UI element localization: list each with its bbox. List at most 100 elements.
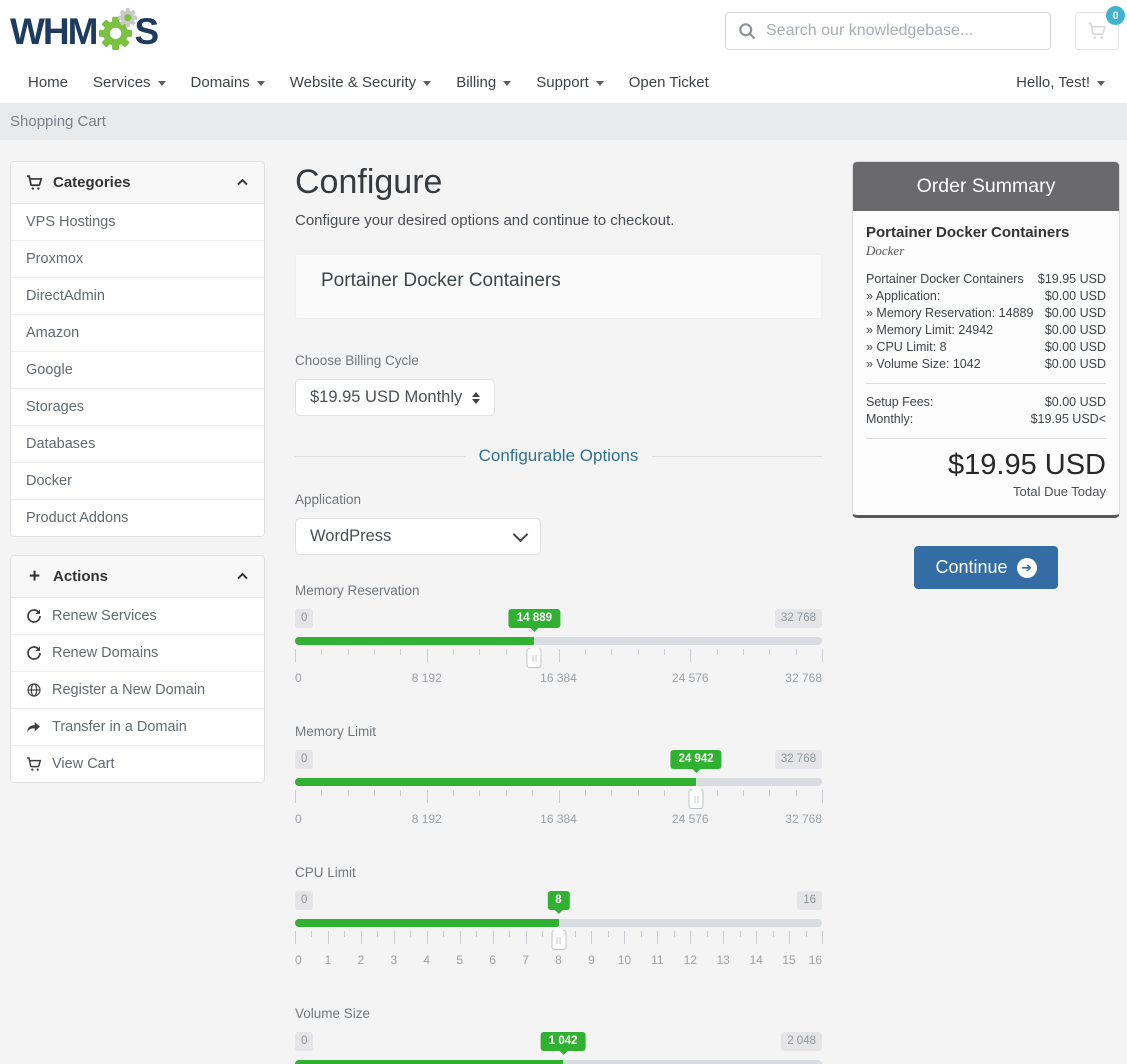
caret-down-icon <box>257 81 265 86</box>
memory-reservation-slider-scale <box>295 648 822 670</box>
account-menu[interactable]: Hello, Test! <box>1016 74 1105 91</box>
page-title: Configure <box>295 163 822 202</box>
cpu-limit-grid-label: 8 <box>555 953 562 967</box>
billing-cycle-select[interactable]: $19.95 USD Monthly <box>295 379 495 416</box>
summary-total-label: Monthly: <box>866 411 1025 428</box>
cart-button[interactable]: 0 <box>1075 12 1119 50</box>
cpu-limit-grid-label: 3 <box>390 953 397 967</box>
cpu-limit-grid-label: 5 <box>456 953 463 967</box>
nav-item-services[interactable]: Services <box>93 74 166 91</box>
total-due-amount: $19.95 USD <box>866 449 1106 482</box>
summary-total: Monthly:$19.95 USD< <box>866 411 1106 428</box>
sidebar-item-storages[interactable]: Storages <box>11 388 264 425</box>
summary-line: » CPU Limit: 8$0.00 USD <box>866 339 1106 356</box>
memory-limit-grid-label: 24 576 <box>672 812 709 826</box>
cpu-limit-grid-label: 9 <box>588 953 595 967</box>
billing-cycle-section: Choose Billing Cycle $19.95 USD Monthly <box>295 353 822 416</box>
actions-title: Actions <box>53 568 108 585</box>
order-summary-title: Order Summary <box>853 162 1119 211</box>
memory-reservation-grid-label: 24 576 <box>672 671 709 685</box>
memory-reservation-slider-track[interactable] <box>295 637 822 645</box>
continue-button[interactable]: Continue ➔ <box>914 546 1057 589</box>
action-item-register-a-new-domain[interactable]: Register a New Domain <box>11 671 264 708</box>
billing-cycle-value: $19.95 USD Monthly <box>310 388 462 407</box>
memory-reservation-grid-label: 0 <box>295 671 302 685</box>
chevron-up-icon <box>236 176 249 189</box>
action-item-renew-services[interactable]: Renew Services <box>11 598 264 634</box>
memory-limit-max-label: 32 768 <box>775 750 822 769</box>
cpu-limit-min-label: 0 <box>295 891 313 910</box>
cpu-limit-slider-widget: 0816012345678910111213141516 <box>295 891 822 970</box>
cpu-limit-slider-label: CPU Limit <box>295 865 822 880</box>
sidebar-item-label: VPS Hostings <box>26 214 115 230</box>
billing-cycle-label: Choose Billing Cycle <box>295 353 822 368</box>
memory-limit-slider-handle[interactable] <box>689 789 704 809</box>
nav-item-support[interactable]: Support <box>536 74 604 91</box>
cpu-limit-grid-label: 16 <box>809 953 822 967</box>
memory-reservation-slider-labels: 014 88932 768 <box>295 609 822 630</box>
memory-reservation-slider-widget: 014 88932 76808 19216 38424 57632 768 <box>295 609 822 688</box>
nav-item-website-security[interactable]: Website & Security <box>290 74 431 91</box>
action-item-transfer-in-a-domain[interactable]: Transfer in a Domain <box>11 708 264 745</box>
volume-size-min-label: 0 <box>295 1032 313 1051</box>
memory-limit-slider-fill <box>295 778 696 786</box>
memory-reservation-slider-handle[interactable] <box>527 648 542 668</box>
action-item-view-cart[interactable]: View Cart <box>11 745 264 782</box>
nav-item-open-ticket[interactable]: Open Ticket <box>629 74 709 91</box>
summary-line: » Memory Reservation: 14889$0.00 USD <box>866 305 1106 322</box>
sidebar-item-proxmox[interactable]: Proxmox <box>11 240 264 277</box>
cpu-limit-grid-label: 4 <box>423 953 430 967</box>
whmcs-logo[interactable]: WHM <box>10 5 157 57</box>
cpu-limit-value-label: 8 <box>547 891 569 910</box>
sidebar-item-docker[interactable]: Docker <box>11 462 264 499</box>
sidebar-item-directadmin[interactable]: DirectAdmin <box>11 277 264 314</box>
memory-reservation-grid-label: 32 768 <box>785 671 822 685</box>
configurable-options-title[interactable]: Configurable Options <box>479 446 639 466</box>
cpu-limit-grid-label: 11 <box>651 953 663 967</box>
sidebar-item-amazon[interactable]: Amazon <box>11 314 264 351</box>
application-value: WordPress <box>310 527 391 546</box>
application-select[interactable]: WordPress <box>295 518 541 555</box>
cpu-limit-grid-label: 10 <box>618 953 631 967</box>
sidebar-item-databases[interactable]: Databases <box>11 425 264 462</box>
arrow-right-circle-icon: ➔ <box>1017 558 1037 578</box>
sidebar-item-product-addons[interactable]: Product Addons <box>11 499 264 536</box>
memory-reservation-slider-label: Memory Reservation <box>295 583 822 598</box>
nav-item-home[interactable]: Home <box>28 74 68 91</box>
memory-reservation-grid-label: 16 384 <box>540 671 577 685</box>
cpu-limit-grid-label: 15 <box>782 953 795 967</box>
cpu-limit-slider-fill <box>295 919 559 927</box>
nav-item-billing[interactable]: Billing <box>456 74 511 91</box>
memory-limit-slider-grid: 08 19216 38424 57632 768 <box>295 812 822 829</box>
cart-icon <box>1087 21 1107 41</box>
action-item-renew-domains[interactable]: Renew Domains <box>11 634 264 671</box>
sidebar: Categories VPS Hostings ProxmoxDirectAdmi… <box>10 161 265 1064</box>
cart-icon <box>26 756 42 772</box>
memory-limit-slider-track[interactable] <box>295 778 822 786</box>
cpu-limit-max-label: 16 <box>797 891 822 910</box>
search-input[interactable] <box>725 12 1051 50</box>
sidebar-item-google[interactable]: Google <box>11 351 264 388</box>
categories-panel-header[interactable]: Categories <box>11 162 264 204</box>
order-summary-column: Order Summary Portainer Docker Container… <box>852 161 1120 1064</box>
cpu-limit-grid-label: 12 <box>684 953 697 967</box>
actions-panel-header[interactable]: + Actions <box>11 556 264 598</box>
nav-item-domains[interactable]: Domains <box>191 74 265 91</box>
volume-size-slider-track[interactable] <box>295 1060 822 1064</box>
cpu-limit-slider-handle[interactable] <box>551 930 566 950</box>
caret-down-icon <box>423 81 431 86</box>
product-name: Portainer Docker Containers <box>321 270 561 291</box>
memory-limit-slider-scale <box>295 789 822 811</box>
main-nav: Home Services Domains Website & Security Bil… <box>0 62 1127 103</box>
application-section: Application WordPress <box>295 492 822 555</box>
memory-limit-grid-label: 0 <box>295 812 302 826</box>
forward-arrow-icon <box>26 719 42 735</box>
sidebar-item-label: Databases <box>26 436 95 452</box>
nav-item-label: Billing <box>456 74 496 91</box>
sidebar-item-vps-hostings[interactable]: VPS Hostings <box>11 204 264 240</box>
volume-size-slider: Volume Size01 0422 04805121 0241 5362 04… <box>295 1006 822 1064</box>
volume-size-max-label: 2 048 <box>781 1032 822 1051</box>
order-summary-panel: Order Summary Portainer Docker Container… <box>852 161 1120 518</box>
knowledgebase-search <box>725 12 1051 50</box>
volume-size-slider-fill <box>295 1060 563 1064</box>
